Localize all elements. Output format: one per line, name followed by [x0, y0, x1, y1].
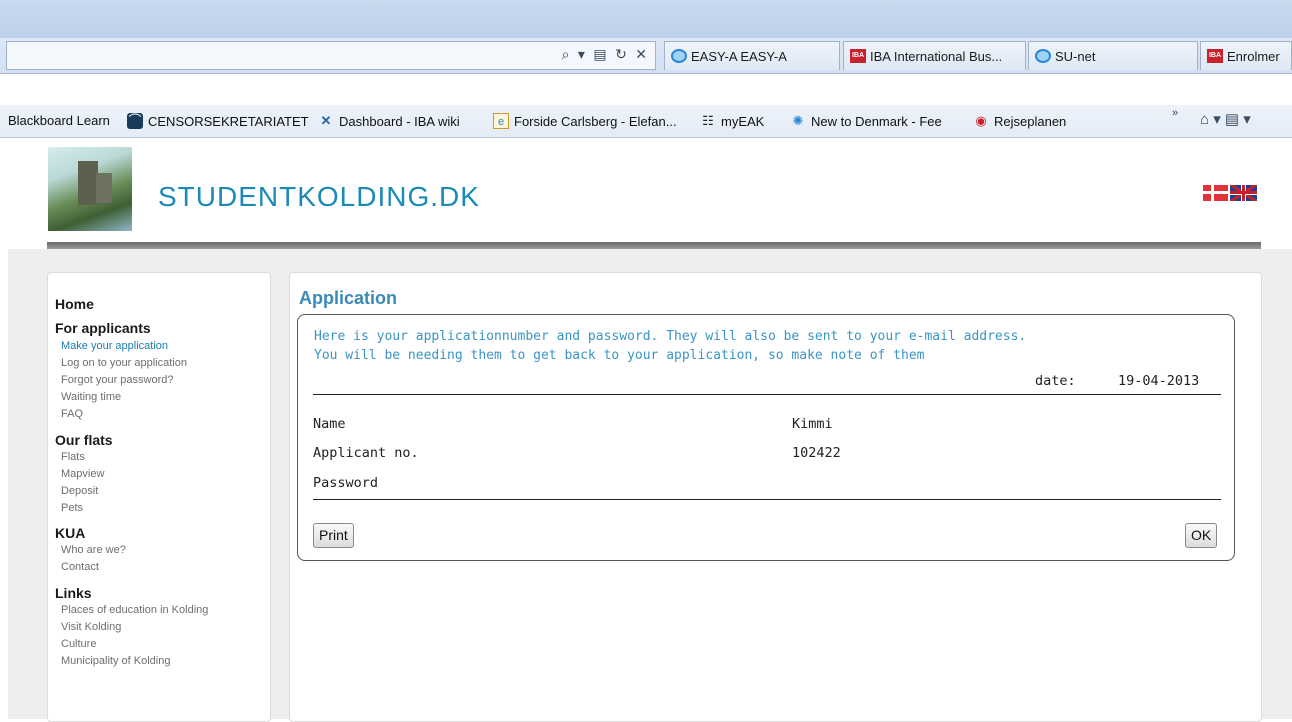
sidebar-item-forgot-password[interactable]: Forgot your password?	[61, 374, 174, 386]
sidebar-item-waiting-time[interactable]: Waiting time	[61, 391, 121, 403]
fav-iba-wiki[interactable]: ✕ Dashboard - IBA wiki	[318, 113, 460, 129]
window-title-blurred	[455, 11, 459, 24]
sidebar-heading-kua[interactable]: KUA	[55, 525, 85, 541]
home-feeds-icons[interactable]: ⌂ ▾ ▤ ▾	[1200, 110, 1251, 128]
sidebar-item-faq[interactable]: FAQ	[61, 408, 83, 420]
site-title[interactable]: STUDENTKOLDING.DK	[158, 181, 480, 213]
tab-iba[interactable]: IBA IBA International Bus...	[843, 41, 1026, 70]
sidebar-heading-our-flats[interactable]: Our flats	[55, 432, 113, 448]
ie-icon	[671, 49, 687, 63]
uk-flag-icon[interactable]	[1230, 185, 1257, 201]
tab-enrolment[interactable]: IBA Enrolmer	[1200, 41, 1292, 70]
tab-label: IBA International Bus...	[870, 48, 1003, 64]
sidebar-item-pets[interactable]: Pets	[61, 502, 83, 514]
danish-flag-icon[interactable]	[1203, 185, 1228, 201]
sidebar-item-who-are-we[interactable]: Who are we?	[61, 544, 126, 556]
ie-icon	[1035, 49, 1051, 63]
tab-su-net[interactable]: SU-net	[1028, 41, 1198, 70]
fav-carlsberg[interactable]: e Forside Carlsberg - Elefan...	[493, 113, 677, 129]
grid-icon: ☷	[702, 113, 714, 128]
fav-censorsekretariatet[interactable]: ⌒ CENSORSEKRETARIATET	[127, 113, 309, 129]
ok-button[interactable]: OK	[1185, 523, 1218, 548]
sidebar-item-deposit[interactable]: Deposit	[61, 485, 98, 497]
language-flags	[1203, 185, 1257, 201]
field-value-name: Kimmi	[792, 416, 833, 432]
tab-row: ⌕ ▾ ▤ ↻ ✕ EASY-A EASY-A IBA IBA Internat…	[0, 38, 1292, 74]
field-label-name: Name	[313, 416, 346, 432]
command-bar-blank	[0, 75, 1292, 105]
iba-icon: IBA	[850, 49, 866, 63]
target-icon: ◉	[975, 113, 987, 128]
address-text-blurred	[17, 49, 21, 62]
sidebar-nav: Home For applicants Make your applicatio…	[47, 272, 271, 722]
divider-bottom	[313, 499, 1221, 500]
sidebar-item-culture[interactable]: Culture	[61, 638, 96, 650]
application-result-box: Here is your applicationnumber and passw…	[297, 314, 1235, 561]
sidebar-item-contact[interactable]: Contact	[61, 561, 99, 573]
tab-label: EASY-A EASY-A	[691, 48, 787, 64]
main-panel: Application Here is your applicationnumb…	[289, 272, 1262, 722]
sidebar-item-places-of-education[interactable]: Places of education in Kolding	[61, 604, 208, 616]
sidebar-item-municipality[interactable]: Municipality of Kolding	[61, 655, 170, 667]
field-label-applicant-no: Applicant no.	[313, 445, 419, 461]
field-value-applicant-no: 102422	[792, 445, 841, 461]
fav-new-to-denmark[interactable]: ✺ New to Denmark - Fee	[790, 113, 942, 129]
tab-easy-a[interactable]: EASY-A EASY-A	[664, 41, 840, 70]
iba-icon: IBA	[1207, 49, 1223, 63]
sidebar-item-make-application[interactable]: Make your application	[61, 340, 168, 352]
sidebar-item-visit-kolding[interactable]: Visit Kolding	[61, 621, 121, 633]
fav-blackboard[interactable]: Blackboard Learn	[8, 113, 110, 128]
chevron-more-icon[interactable]: »	[1172, 107, 1178, 119]
logo-castle-image	[48, 147, 132, 231]
sidebar-item-mapview[interactable]: Mapview	[61, 468, 104, 480]
fav-myeak[interactable]: ☷ myEAK	[700, 113, 764, 129]
censor-icon: ⌒	[127, 113, 143, 129]
address-bar[interactable]: ⌕ ▾ ▤ ↻ ✕	[6, 41, 656, 70]
sidebar-heading-for-applicants[interactable]: For applicants	[55, 320, 151, 336]
sidebar-item-flats[interactable]: Flats	[61, 451, 85, 463]
sidebar-item-log-on[interactable]: Log on to your application	[61, 357, 187, 369]
sidebar-heading-links[interactable]: Links	[55, 585, 92, 601]
confluence-icon: ✕	[320, 113, 332, 128]
sun-icon: ✺	[792, 113, 804, 128]
date-label: date:	[1035, 373, 1076, 389]
site-page: STUDENTKOLDING.DK Home For applicants Ma…	[0, 139, 1292, 722]
favorites-bar: Blackboard Learn ⌒ CENSORSEKRETARIATET ✕…	[0, 105, 1292, 138]
ie-page-icon: e	[493, 113, 509, 129]
sidebar-heading-home[interactable]: Home	[55, 296, 94, 312]
header-divider	[47, 242, 1261, 249]
tab-label: SU-net	[1055, 48, 1096, 64]
address-tools[interactable]: ⌕ ▾ ▤ ↻ ✕	[562, 47, 649, 63]
info-message-line-1: Here is your applicationnumber and passw…	[314, 329, 1027, 344]
date-value: 19-04-2013	[1118, 373, 1200, 389]
info-message-line-2: You will be needing them to get back to …	[314, 348, 925, 363]
tab-label: Enrolmer	[1227, 48, 1280, 64]
window-titlebar	[0, 0, 1292, 38]
page-title: Application	[299, 288, 397, 308]
print-button[interactable]: Print	[313, 523, 354, 548]
fav-rejseplanen[interactable]: ◉ Rejseplanen	[973, 113, 1066, 129]
field-label-password: Password	[313, 475, 379, 491]
divider-top	[313, 394, 1221, 395]
